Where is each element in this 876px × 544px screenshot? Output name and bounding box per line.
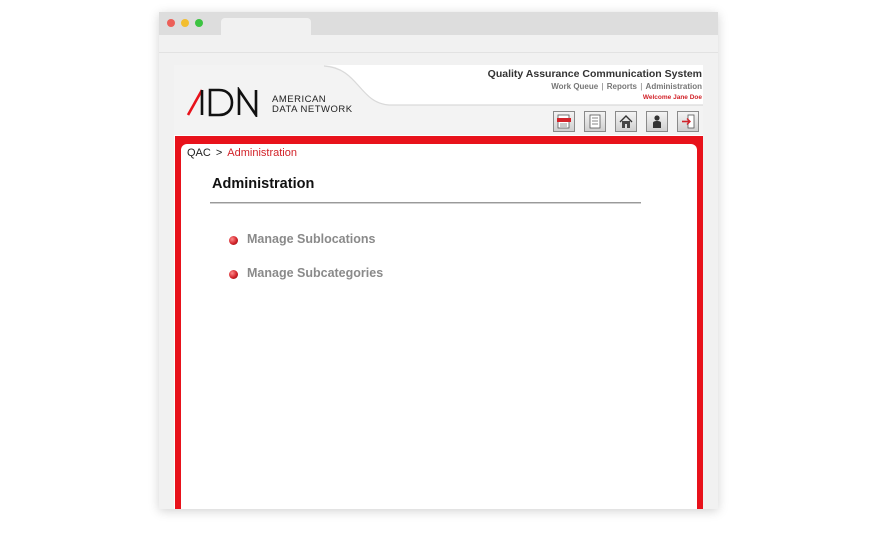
breadcrumb: QAC > Administration bbox=[187, 147, 297, 159]
web-page: AMERICAN DATA NETWORK Quality Assurance … bbox=[174, 65, 703, 509]
logo-line-2: DATA NETWORK bbox=[272, 104, 353, 115]
main-content: QAC > Administration Administration Manage… bbox=[181, 144, 697, 509]
browser-window: AMERICAN DATA NETWORK Quality Assurance … bbox=[159, 12, 718, 509]
home-icon bbox=[619, 115, 633, 128]
logout-button[interactable] bbox=[677, 111, 699, 132]
xml-report-button[interactable] bbox=[553, 111, 575, 132]
breadcrumb-root[interactable]: QAC bbox=[187, 147, 211, 159]
close-window-button[interactable] bbox=[167, 19, 175, 27]
page-title: Administration bbox=[212, 176, 315, 192]
manage-subcategories-link[interactable]: Manage Subcategories bbox=[247, 266, 383, 280]
system-title: Quality Assurance Communication System bbox=[487, 68, 702, 80]
minimize-window-button[interactable] bbox=[181, 19, 189, 27]
breadcrumb-separator: > bbox=[215, 147, 223, 159]
site-header: AMERICAN DATA NETWORK Quality Assurance … bbox=[174, 65, 703, 135]
user-icon bbox=[653, 115, 661, 128]
breadcrumb-current: Administration bbox=[227, 147, 297, 159]
browser-titlebar bbox=[159, 12, 718, 35]
manage-sublocations-link[interactable]: Manage Sublocations bbox=[247, 232, 376, 246]
user-button[interactable] bbox=[646, 111, 668, 132]
logout-icon bbox=[682, 114, 695, 129]
home-button[interactable] bbox=[615, 111, 637, 132]
content-frame: QAC > Administration Administration Manage… bbox=[175, 136, 703, 509]
title-divider bbox=[210, 202, 641, 204]
document-icon bbox=[589, 114, 601, 129]
welcome-message: Welcome Jane Doe bbox=[642, 94, 702, 101]
maximize-window-button[interactable] bbox=[195, 19, 203, 27]
top-navigation: Work Queue | Reports | Administration bbox=[551, 82, 702, 91]
nav-separator: | bbox=[640, 82, 643, 91]
document-button[interactable] bbox=[584, 111, 606, 132]
red-bullet-icon bbox=[229, 270, 238, 279]
browser-tab[interactable] bbox=[221, 18, 311, 35]
adn-logo-mark bbox=[186, 87, 258, 117]
nav-reports[interactable]: Reports bbox=[607, 82, 637, 91]
nav-separator: | bbox=[601, 82, 604, 91]
red-bullet-icon bbox=[229, 236, 238, 245]
xml-report-icon bbox=[557, 114, 571, 129]
nav-administration[interactable]: Administration bbox=[646, 82, 702, 91]
browser-toolbar bbox=[159, 35, 718, 53]
toolbar-icons bbox=[553, 111, 702, 133]
nav-work-queue[interactable]: Work Queue bbox=[551, 82, 598, 91]
adn-logo[interactable]: AMERICAN DATA NETWORK bbox=[186, 85, 366, 121]
logo-wordmark: AMERICAN DATA NETWORK bbox=[272, 95, 353, 115]
